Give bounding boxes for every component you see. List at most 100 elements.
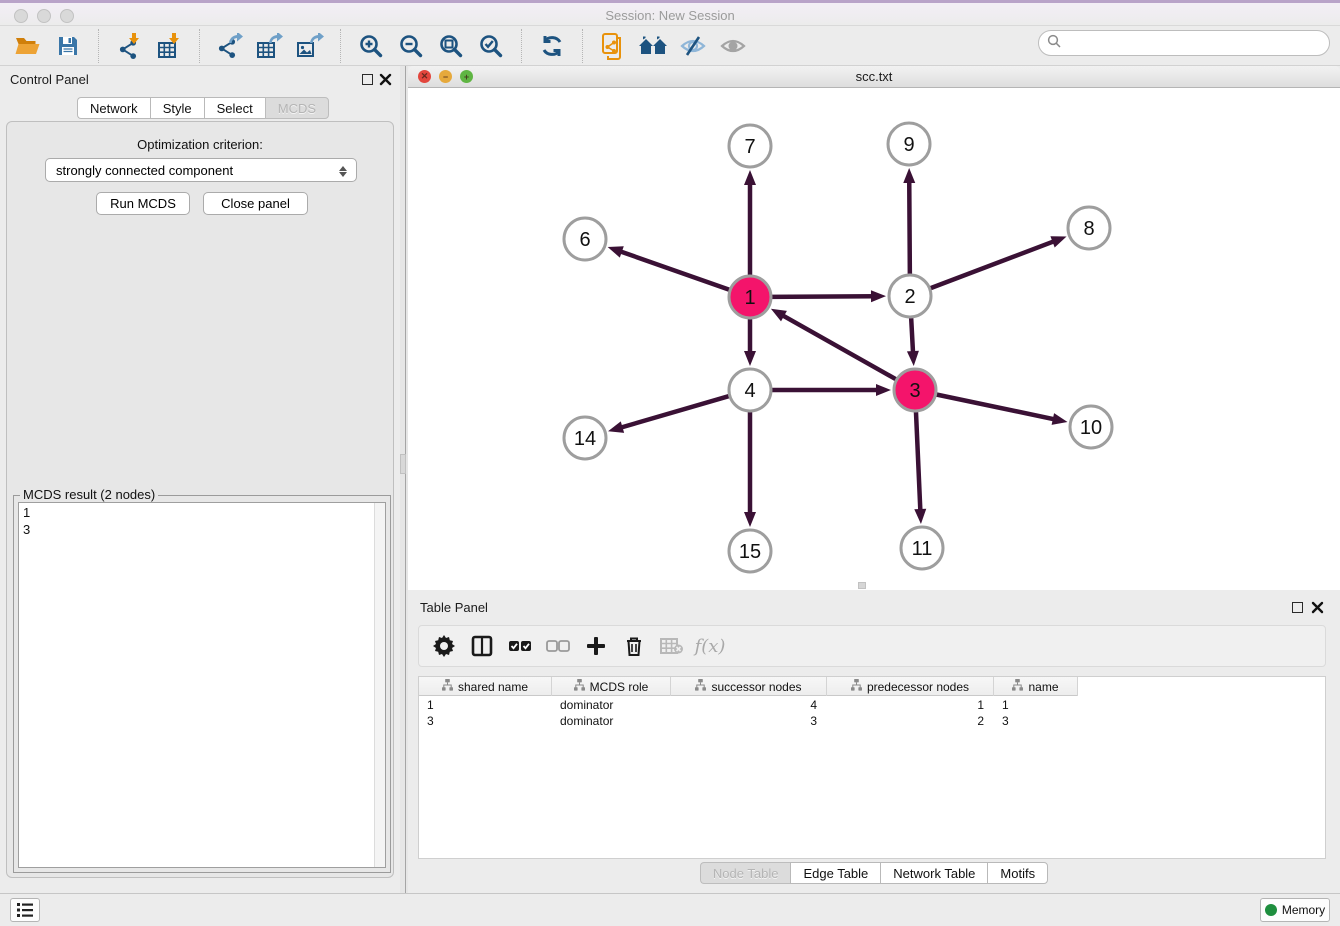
show-all-networks-icon[interactable]: [633, 29, 673, 63]
edge-arrow-4-3: [876, 384, 891, 396]
network-view-window: ✕ − + scc.txt 7968124314101511: [408, 66, 1340, 590]
graph-node-label-14: 14: [574, 428, 596, 450]
tab-edge-table[interactable]: Edge Table: [790, 862, 880, 884]
edge-2-9[interactable]: [909, 179, 910, 276]
optimization-criterion-label: Optimization criterion:: [7, 137, 393, 152]
apply-layout-icon[interactable]: [532, 29, 572, 63]
network-window-titlebar[interactable]: ✕ − + scc.txt: [408, 66, 1340, 88]
status-bar: Memory: [0, 893, 1340, 926]
settings-icon[interactable]: [427, 629, 461, 663]
criterion-select[interactable]: strongly connected component: [45, 158, 357, 182]
new-network-icon[interactable]: [593, 29, 633, 63]
tab-style[interactable]: Style: [150, 97, 204, 119]
toolbar-group: [0, 26, 96, 66]
mcds-result-text[interactable]: 13: [18, 502, 386, 868]
deselect-all-icon[interactable]: [541, 629, 575, 663]
cytoscape-window: Session: New Session: [0, 0, 1340, 926]
column-header-successor-nodes[interactable]: successor nodes: [671, 677, 827, 696]
table-float-icon[interactable]: [1292, 602, 1303, 613]
table-header-row: shared name MCDS role successor nodes pr…: [419, 677, 1078, 696]
column-header-shared-name[interactable]: shared name: [419, 677, 552, 696]
export-table-icon[interactable]: [250, 29, 290, 63]
export-image-icon[interactable]: [290, 29, 330, 63]
close-panel-button[interactable]: Close panel: [203, 192, 308, 215]
delete-table-icon: [655, 629, 689, 663]
table-cell[interactable]: 1: [419, 697, 552, 713]
table-cell[interactable]: 4: [671, 697, 827, 713]
column-header-predecessor-nodes[interactable]: predecessor nodes: [827, 677, 994, 696]
columns-icon[interactable]: [465, 629, 499, 663]
search-input[interactable]: [1067, 36, 1321, 50]
edge-4-14[interactable]: [619, 396, 731, 429]
table-close-icon[interactable]: [1311, 601, 1324, 614]
close-panel-icon[interactable]: [379, 73, 392, 86]
edge-arrow-2-9: [903, 168, 915, 183]
toolbar-group: [101, 26, 197, 66]
result-scrollbar[interactable]: [374, 503, 385, 867]
table-panel-title: Table Panel: [420, 600, 488, 615]
tab-motifs[interactable]: Motifs: [987, 862, 1048, 884]
network-splitter-grip[interactable]: [858, 582, 866, 589]
edge-1-2[interactable]: [770, 296, 875, 297]
import-table-icon[interactable]: [149, 29, 189, 63]
tab-select[interactable]: Select: [204, 97, 265, 119]
task-history-button[interactable]: [10, 898, 40, 922]
tab-network-table[interactable]: Network Table: [880, 862, 987, 884]
add-column-icon[interactable]: [579, 629, 613, 663]
table-cell[interactable]: 2: [827, 713, 994, 729]
table-cell[interactable]: dominator: [552, 697, 671, 713]
tab-mcds[interactable]: MCDS: [265, 97, 329, 119]
column-header-MCDS-role[interactable]: MCDS role: [552, 677, 671, 696]
search-box[interactable]: [1038, 30, 1330, 56]
table-cell[interactable]: 3: [419, 713, 552, 729]
tree-icon: [1012, 679, 1023, 694]
toolbar-separator: [582, 29, 583, 63]
export-network-icon[interactable]: [210, 29, 250, 63]
table-tabs: Node TableEdge TableNetwork TableMotifs: [408, 862, 1340, 884]
open-session-icon[interactable]: [8, 29, 48, 63]
zoom-out-icon[interactable]: [391, 29, 431, 63]
table-cell[interactable]: 1: [827, 697, 994, 713]
tab-network[interactable]: Network: [77, 97, 150, 119]
column-header-name[interactable]: name: [994, 677, 1078, 696]
splitter-grip[interactable]: [400, 454, 406, 474]
table-row[interactable]: 1dominator411: [419, 697, 1078, 713]
graph-node-label-9: 9: [903, 134, 914, 156]
float-panel-icon[interactable]: [362, 74, 373, 85]
table-cell[interactable]: 3: [994, 713, 1078, 729]
import-network-icon[interactable]: [109, 29, 149, 63]
show-graphics-icon: [713, 29, 753, 63]
memory-button[interactable]: Memory: [1260, 898, 1330, 922]
table-cell[interactable]: dominator: [552, 713, 671, 729]
run-mcds-button[interactable]: Run MCDS: [96, 192, 190, 215]
save-session-icon[interactable]: [48, 29, 88, 63]
zoom-selected-icon[interactable]: [471, 29, 511, 63]
table-cell[interactable]: 1: [994, 697, 1078, 713]
tab-node-table[interactable]: Node Table: [700, 862, 791, 884]
panel-splitter[interactable]: [400, 66, 408, 893]
edge-2-3[interactable]: [911, 316, 913, 355]
session-title: Session: New Session: [0, 8, 1340, 23]
edge-1-6[interactable]: [618, 251, 731, 291]
node-table[interactable]: shared name MCDS role successor nodes pr…: [418, 676, 1326, 859]
memory-status-icon: [1265, 904, 1277, 916]
edge-3-11[interactable]: [916, 410, 921, 513]
mcds-panel: Optimization criterion: strongly connect…: [6, 121, 394, 878]
zoom-fit-icon[interactable]: [431, 29, 471, 63]
delete-column-icon[interactable]: [617, 629, 651, 663]
os-titlebar: Session: New Session: [0, 0, 1340, 26]
zoom-in-icon[interactable]: [351, 29, 391, 63]
edge-3-10[interactable]: [935, 394, 1057, 420]
edge-arrow-2-3: [907, 351, 919, 366]
graph-node-label-8: 8: [1083, 218, 1094, 240]
hide-graphics-icon[interactable]: [673, 29, 713, 63]
network-canvas[interactable]: 7968124314101511: [408, 88, 1340, 590]
toolbar-group: [202, 26, 338, 66]
table-row[interactable]: 3dominator323: [419, 713, 1078, 729]
table-cell[interactable]: 3: [671, 713, 827, 729]
edge-3-1[interactable]: [780, 314, 897, 380]
mcds-result-title: MCDS result (2 nodes): [20, 487, 158, 502]
edge-2-8[interactable]: [929, 240, 1057, 288]
select-all-icon[interactable]: [503, 629, 537, 663]
network-graph[interactable]: 7968124314101511: [408, 88, 1340, 590]
